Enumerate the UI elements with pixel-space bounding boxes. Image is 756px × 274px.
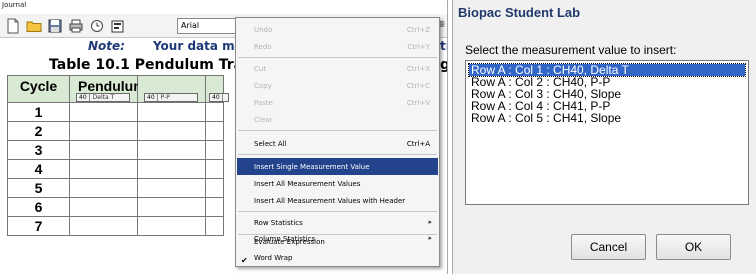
new-doc-icon[interactable] <box>4 17 22 35</box>
table-row: 4 <box>7 159 224 179</box>
data-cell[interactable] <box>69 102 138 122</box>
cycle-cell[interactable]: 2 <box>7 121 70 141</box>
data-cell[interactable] <box>205 102 224 122</box>
table-row: 2 <box>7 121 224 141</box>
menu-separator <box>238 57 437 58</box>
menu-separator <box>238 211 437 212</box>
dialog-prompt: Select the measurement value to insert: <box>465 43 677 57</box>
note-label: Note: <box>88 39 125 53</box>
ok-button[interactable]: OK <box>656 234 731 260</box>
table-row: 5 <box>7 178 224 198</box>
menu-item-clear[interactable]: Clear <box>237 111 438 128</box>
table-row: 1 <box>7 102 224 122</box>
check-mark-icon: ✔ <box>241 256 248 265</box>
table-row: 3 <box>7 140 224 160</box>
data-cell[interactable] <box>137 178 206 198</box>
table-row: 6 <box>7 197 224 217</box>
measurement-channel: 40 <box>147 94 158 101</box>
data-cell[interactable] <box>205 159 224 179</box>
menu-item-paste[interactable]: Paste Ctrl+V <box>237 94 438 111</box>
save-icon[interactable] <box>46 17 64 35</box>
cycle-cell[interactable]: 4 <box>7 159 70 179</box>
measurement-box[interactable]: 40 P-P <box>144 93 198 102</box>
measurement-channel: 40 <box>212 94 223 101</box>
measurement-listbox[interactable]: Row A : Col 1 : CH40, Delta T Row A : Co… <box>465 60 749 205</box>
data-cell[interactable] <box>69 197 138 217</box>
data-cell[interactable] <box>137 216 206 236</box>
data-cell[interactable] <box>137 102 206 122</box>
data-cell[interactable] <box>69 121 138 141</box>
print-icon[interactable] <box>67 17 85 35</box>
menu-item-evaluate-expression[interactable]: Evaluate Expression <box>237 236 438 248</box>
note-text: Your data ma <box>152 39 243 53</box>
data-cell[interactable] <box>137 121 206 141</box>
header-pendulum-2: 40 P-P <box>137 75 206 103</box>
cycle-cell[interactable]: 3 <box>7 140 70 160</box>
header-extra: 40 <box>205 75 229 103</box>
measurement-box[interactable]: 40 Delta T <box>76 93 130 102</box>
menu-item-copy[interactable]: Copy Ctrl+C <box>237 77 438 94</box>
menu-separator <box>238 154 437 155</box>
list-item[interactable]: Row A : Col 5 : CH41, Slope <box>469 112 745 124</box>
menu-item-select-all[interactable]: Select All Ctrl+A <box>237 135 438 152</box>
header-pendulum-1: Pendulum 40 Delta T <box>69 75 146 103</box>
open-folder-icon[interactable] <box>25 17 43 35</box>
header-cycle: Cycle <box>7 75 70 103</box>
menu-separator <box>238 234 437 235</box>
menu-item-insert-single-measurement[interactable]: Insert Single Measurement Value <box>237 158 438 175</box>
table-header-row: Cycle Pendulum 40 Delta T 40 P-P 40 <box>7 75 229 103</box>
menu-item-insert-all-with-header[interactable]: Insert All Measurement Values with Heade… <box>237 192 438 209</box>
pendulum-table: Cycle Pendulum 40 Delta T 40 P-P 40 1 2 … <box>7 75 229 236</box>
clock-icon[interactable] <box>88 17 106 35</box>
data-cell[interactable] <box>205 197 224 217</box>
submenu-arrow-icon: ▸ <box>428 218 432 226</box>
data-cell[interactable] <box>137 197 206 217</box>
measurement-value: P-P <box>160 94 170 101</box>
data-cell[interactable] <box>205 140 224 160</box>
table-row: 7 <box>7 216 224 236</box>
menu-item-word-wrap[interactable]: ✔ Word Wrap <box>237 252 438 265</box>
data-cell[interactable] <box>137 140 206 160</box>
data-cell[interactable] <box>69 140 138 160</box>
cycle-cell[interactable]: 1 <box>7 102 70 122</box>
data-cell[interactable] <box>69 216 138 236</box>
data-cell[interactable] <box>205 121 224 141</box>
menu-separator <box>238 130 437 131</box>
menu-item-insert-all-measurements[interactable]: Insert All Measurement Values <box>237 175 438 192</box>
note-line: Note: Your data ma <box>88 39 243 53</box>
menu-item-cut[interactable]: Cut Ctrl+X <box>237 60 438 77</box>
table-title-tail: g <box>440 57 447 73</box>
data-cell[interactable] <box>69 178 138 198</box>
dialog-title: Biopac Student Lab <box>458 5 581 20</box>
menu-item-row-statistics[interactable]: Row Statistics ▸ <box>237 214 438 231</box>
cycle-cell[interactable]: 5 <box>7 178 70 198</box>
measurement-dialog: Biopac Student Lab Select the measuremen… <box>452 0 756 274</box>
measurement-value: Delta T <box>92 94 115 101</box>
cycle-cell[interactable]: 6 <box>7 197 70 217</box>
data-cell[interactable] <box>205 178 224 198</box>
data-cell[interactable] <box>205 216 224 236</box>
cycle-cell[interactable]: 7 <box>7 216 70 236</box>
menu-item-undo[interactable]: Undo Ctrl+Z <box>237 21 438 38</box>
note-tail: tr <box>440 39 447 53</box>
paste-special-icon[interactable] <box>109 17 127 35</box>
context-menu: Undo Ctrl+Z Redo Ctrl+Y Cut Ctrl+X Copy Ctrl… <box>235 17 440 267</box>
journal-title: Journal <box>2 1 27 9</box>
data-cell[interactable] <box>137 159 206 179</box>
data-cell[interactable] <box>69 159 138 179</box>
cancel-button[interactable]: Cancel <box>571 234 646 260</box>
menu-item-redo[interactable]: Redo Ctrl+Y <box>237 38 438 55</box>
header-pendulum-label: Pendulum <box>78 78 146 94</box>
dialog-titlebar: Biopac Student Lab <box>453 0 756 24</box>
measurement-box[interactable]: 40 <box>209 93 229 102</box>
measurement-channel: 40 <box>79 94 90 101</box>
